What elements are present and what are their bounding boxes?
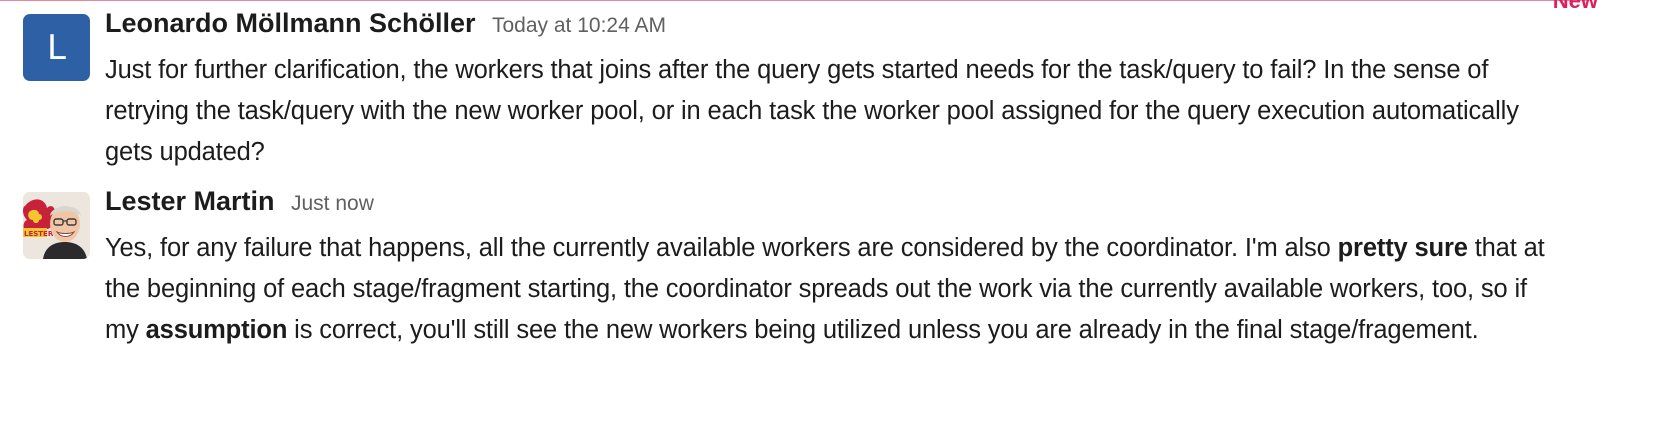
avatar[interactable]: L (23, 14, 90, 81)
new-divider-label: New (1552, 0, 1598, 13)
message-text: Just for further clarification, the work… (105, 56, 1519, 166)
message-timestamp[interactable]: Just now (291, 192, 374, 215)
message-timestamp[interactable]: Today at 10:24 AM (492, 14, 666, 37)
sender-name[interactable]: Lester Martin (105, 186, 275, 216)
text-segment: Yes, for any failure that happens, all t… (105, 234, 1338, 262)
message-header: Lester Martin Just now (105, 186, 374, 226)
message-text: Yes, for any failure that happens, all t… (105, 228, 1555, 351)
avatar-photo: LESTER (23, 192, 90, 259)
divider-line (0, 0, 1590, 1)
avatar-badge-text: LESTER (24, 230, 54, 238)
avatar-letter: L (47, 27, 66, 68)
message-header: Leonardo Möllmann Schöller Today at 10:2… (105, 8, 666, 48)
bold-text-segment: pretty sure (1337, 234, 1468, 262)
avatar[interactable]: LESTER (23, 192, 90, 259)
sender-name[interactable]: Leonardo Möllmann Schöller (105, 8, 476, 38)
text-segment: is correct, you'll still see the new wor… (287, 316, 1479, 344)
bold-text-segment: assumption (145, 316, 288, 344)
